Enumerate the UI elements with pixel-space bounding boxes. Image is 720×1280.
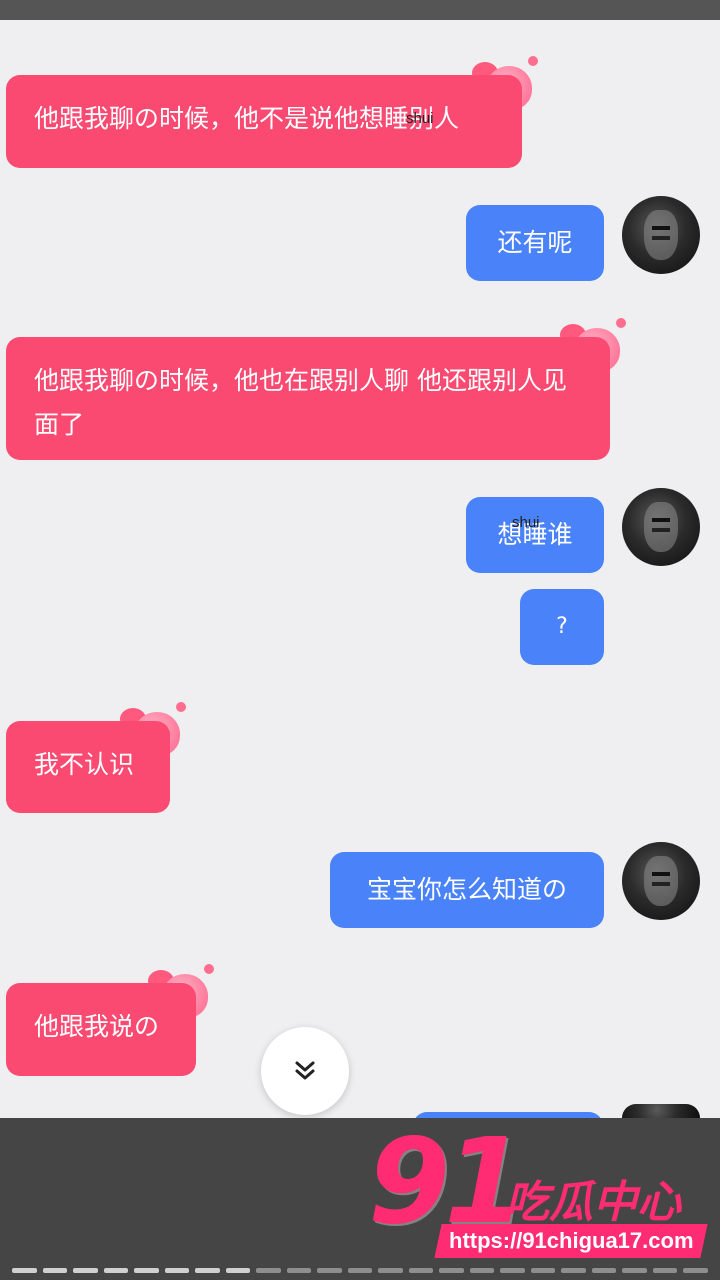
avatar[interactable] (622, 1104, 700, 1118)
progress-segment (42, 1268, 68, 1273)
progress-segment (347, 1268, 373, 1273)
message-bubble-right: ? (520, 589, 604, 665)
message-text: 还有呢 (497, 228, 573, 257)
message-text: 他跟我说の (34, 1012, 160, 1041)
progress-segment (286, 1268, 312, 1273)
message-text: ? (556, 614, 568, 639)
progress-segment (195, 1268, 220, 1273)
progress-segment (561, 1268, 586, 1273)
progress-segment (164, 1268, 190, 1273)
progress-segment (683, 1268, 708, 1273)
progress-segment (408, 1268, 434, 1273)
avatar[interactable] (622, 488, 700, 566)
message-bubble-right: 还有呢 (466, 205, 604, 281)
progress-segment (317, 1268, 342, 1273)
message-bubble-left: 他跟我聊の时候，他不是说他想睡别人 (6, 75, 522, 168)
double-chevron-down-icon (295, 1061, 315, 1080)
message-text: 他跟我聊の时候，他不是说他想睡别人 (34, 104, 460, 133)
progress-segment (500, 1268, 525, 1273)
watermark-logo-text: 吃瓜中心 (505, 1177, 681, 1228)
message-bubble-left: 我不认识 (6, 721, 170, 813)
progress-segment (73, 1268, 98, 1273)
progress-segment (469, 1268, 495, 1273)
watermark-url: https://91chigua17.com (434, 1224, 708, 1258)
message-bubble-left: 他跟我说の (6, 983, 196, 1076)
progress-segment (530, 1268, 556, 1273)
shui-overlay-text: shui (512, 514, 540, 531)
story-progress-bar (12, 1268, 708, 1273)
progress-segment (134, 1268, 159, 1273)
progress-segment (256, 1268, 281, 1273)
shui-overlay-text: shui (406, 110, 434, 127)
progress-segment (622, 1268, 647, 1273)
progress-segment (378, 1268, 403, 1273)
progress-segment (12, 1268, 37, 1273)
message-bubble-right: 宝宝你怎么知道の (330, 852, 604, 928)
progress-segment (439, 1268, 464, 1273)
watermark-url-text: https://91chigua17.com (448, 1228, 694, 1253)
progress-segment (225, 1268, 251, 1273)
avatar[interactable] (622, 842, 700, 920)
message-bubble-right: 想睡谁 (466, 497, 604, 573)
progress-segment (591, 1268, 617, 1273)
avatar[interactable] (622, 196, 700, 274)
progress-segment (103, 1268, 129, 1273)
scroll-to-bottom-button[interactable] (261, 1027, 349, 1115)
top-bar (0, 0, 720, 20)
message-text: 宝宝你怎么知道の (366, 875, 567, 904)
message-text: 我不认识 (34, 750, 135, 779)
progress-segment (652, 1268, 678, 1273)
message-bubble-left: 他跟我聊の时候，他也在跟别人聊 他还跟别人见面了 (6, 337, 610, 460)
message-text: 他跟我聊の时候，他也在跟别人聊 他还跟别人见面了 (34, 366, 567, 439)
